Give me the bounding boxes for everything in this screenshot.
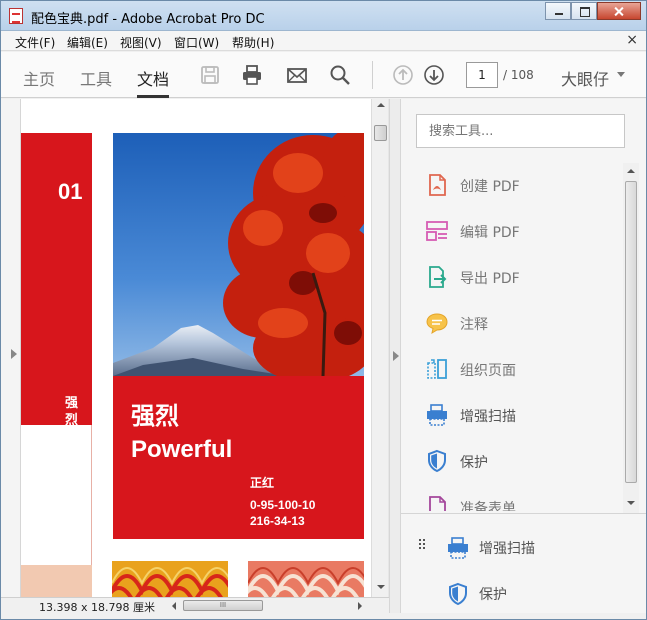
tools-scrollbar[interactable] [623,163,639,513]
tool-label: 创建 PDF [460,179,520,195]
page-number-input[interactable]: 1 [466,62,498,88]
scroll-down-arrow-icon[interactable] [377,585,385,589]
menu-edit[interactable]: 编辑(E) [67,34,108,51]
dragged-tool-protect[interactable]: 保护 [446,579,646,609]
edit-pdf-icon [426,221,448,241]
card-title-chinese: 强烈 [131,402,179,430]
pattern-swatch-right [248,561,364,597]
pattern-swatch-left [112,561,228,597]
band-vertical-text: 强烈 [65,396,79,428]
document-vertical-scrollbar[interactable] [371,99,388,597]
toolbar-separator [372,61,373,89]
tool-export-pdf[interactable]: 导出 PDF [425,263,623,291]
window-controls [545,2,641,20]
prepare-form-icon [429,496,446,511]
search-icon[interactable] [329,64,351,86]
collapse-panel-arrow-icon[interactable] [393,351,399,361]
page-down-icon[interactable] [423,64,445,86]
tool-label: 增强扫描 [460,409,516,425]
status-bar: 13.398 x 18.798 厘米 III [1,597,389,614]
user-account-menu[interactable]: 大眼仔 [561,66,609,90]
page-size-readout: 13.398 x 18.798 厘米 [39,601,155,614]
pdf-page: 01 强烈 强烈 Powerful 正红 0-95-100-10 216-34-… [21,99,371,597]
create-pdf-icon [429,174,446,196]
menu-help[interactable]: 帮助(H) [232,34,274,51]
dragged-tool-enhance-scan[interactable]: 增强扫描 [446,533,646,563]
menu-file[interactable]: 文件(F) [15,34,55,51]
page-up-icon[interactable] [392,64,414,86]
tool-label: 导出 PDF [460,271,520,287]
panel-collapse-handle[interactable] [389,99,401,613]
expand-left-arrow-icon[interactable] [11,349,17,359]
menu-view[interactable]: 视图(V) [120,34,162,51]
title-bar: 配色宝典.pdf - Adobe Acrobat Pro DC [1,1,646,31]
pdf-app-icon [9,8,23,24]
tools-pane: 创建 PDF 编辑 PDF 导出 PDF [401,99,646,613]
tool-enhance-scan[interactable]: 增强扫描 [425,401,623,429]
tool-search-input[interactable] [416,114,625,148]
close-button[interactable] [597,2,641,20]
comment-icon [426,313,448,335]
tool-label: 准备表单 [460,501,516,511]
tool-create-pdf[interactable]: 创建 PDF [425,171,623,199]
color-name: 正红 [250,476,275,490]
email-icon[interactable] [286,64,308,86]
left-pane-toggle[interactable] [1,99,21,597]
scroll-down-arrow-icon[interactable] [627,501,635,505]
tools-scroll-thumb[interactable] [625,181,637,483]
tool-list: 创建 PDF 编辑 PDF 导出 PDF 注释 组织页面 增强扫描 保护 准备表… [401,161,623,511]
tool-label: 增强扫描 [479,541,535,557]
chapter-number: 01 [58,179,83,204]
scroll-up-arrow-icon[interactable] [627,169,635,173]
toolbar: 主页 工具 文档 1 / 108 大眼仔 [1,52,646,98]
panel-divider [401,513,646,514]
acrobat-window: 配色宝典.pdf - Adobe Acrobat Pro DC 文件(F) 编辑… [0,0,647,620]
protect-icon [428,449,446,473]
export-pdf-icon [429,266,447,288]
tool-label: 保护 [479,587,507,603]
card-title-english: Powerful [131,436,233,463]
tab-home[interactable]: 主页 [23,66,55,90]
window-title: 配色宝典.pdf - Adobe Acrobat Pro DC [31,12,265,27]
horizontal-scroll-thumb[interactable]: III [183,600,263,611]
tool-comment[interactable]: 注释 [425,309,623,337]
drag-handle-icon[interactable] [417,537,429,553]
minimize-button[interactable] [545,2,571,20]
tool-label: 保护 [460,455,488,471]
page-total: / 108 [503,68,534,82]
protect-icon [449,582,467,606]
red-side-band: 01 强烈 [21,133,92,428]
tool-label: 编辑 PDF [460,225,520,241]
menu-window[interactable]: 窗口(W) [174,34,219,51]
tool-edit-pdf[interactable]: 编辑 PDF [425,217,623,245]
tool-label: 组织页面 [460,363,516,379]
color-card: 强烈 Powerful 正红 0-95-100-10 216-34-13 [113,376,364,539]
scroll-up-arrow-icon[interactable] [377,103,385,107]
scroll-left-arrow-icon[interactable] [172,602,176,610]
tab-tools[interactable]: 工具 [80,66,112,90]
active-tab-indicator [137,95,169,98]
scroll-thumb[interactable] [374,125,387,141]
save-icon[interactable] [199,64,221,86]
tool-protect[interactable]: 保护 [425,447,623,475]
tool-organize-pages[interactable]: 组织页面 [425,355,623,383]
mount-fuji-maple-photo [113,133,364,376]
organize-pages-icon [427,359,447,379]
scroll-right-arrow-icon[interactable] [358,602,362,610]
tool-label: 注释 [460,317,488,333]
peach-swatch [21,565,92,597]
tab-document[interactable]: 文档 [137,66,169,90]
print-icon[interactable] [241,64,263,86]
enhance-scan-icon [427,404,447,426]
document-viewer: 01 强烈 强烈 Powerful 正红 0-95-100-10 216-34-… [1,99,389,614]
menu-bar: 文件(F) 编辑(E) 视图(V) 窗口(W) 帮助(H) × [1,31,646,51]
cmyk-code: 0-95-100-10 [250,498,316,512]
rgb-code: 216-34-13 [250,514,305,528]
enhance-scan-icon [448,537,468,559]
chevron-down-icon[interactable] [617,72,625,77]
document-close-icon[interactable]: × [626,32,638,48]
tool-prepare-form[interactable]: 准备表单 [425,493,623,511]
maximize-button[interactable] [571,2,597,20]
